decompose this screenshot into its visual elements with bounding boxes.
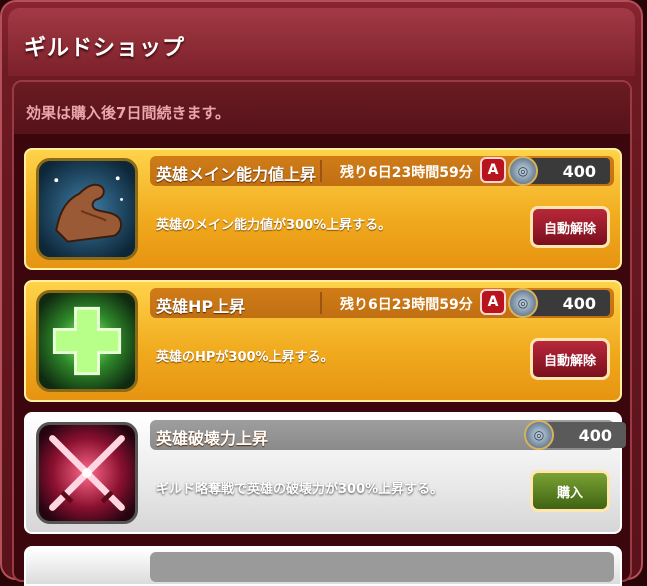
item-name-bar: 英雄破壊力上昇 ◎ 400: [150, 420, 626, 450]
item-name-bar: 英雄メイン能力値上昇 残り6日23時間59分 A ◎ 400: [150, 156, 614, 186]
price: 400: [562, 294, 596, 313]
guild-coin-icon: ◎: [508, 156, 538, 186]
item-name-bar: 英雄HP上昇 残り6日23時間59分 A ◎ 400: [150, 288, 614, 318]
price-box: ◎ 400: [508, 288, 610, 318]
item-name-bar: [150, 552, 614, 582]
auto-renew-icon: A: [480, 289, 506, 315]
shop-item-hp: 英雄HP上昇 残り6日23時間59分 A ◎ 400 英雄のHPが300%上昇す…: [24, 280, 622, 402]
shop-item-main-stat: 英雄メイン能力値上昇 残り6日23時間59分 A ◎ 400 英雄のメイン能力値…: [24, 148, 622, 270]
notice-bar: 効果は購入後7日間続きます。: [14, 82, 630, 134]
item-description: 英雄のメイン能力値が300%上昇する。: [156, 218, 392, 233]
shop-item-partial: [24, 546, 622, 586]
crossed-swords-icon: [36, 422, 138, 524]
remaining-time: 残り6日23時間59分: [340, 297, 473, 313]
item-name: 英雄破壊力上昇: [156, 429, 269, 448]
page-title: ギルドショップ: [24, 36, 186, 61]
guild-coin-icon: ◎: [524, 420, 554, 450]
divider: [320, 160, 322, 182]
green-cross-icon: [36, 290, 138, 392]
price-box: ◎ 400: [508, 156, 610, 186]
price: 400: [578, 426, 612, 445]
item-description: 英雄のHPが300%上昇する。: [156, 350, 334, 365]
item-name: 英雄HP上昇: [156, 297, 246, 316]
auto-renew-icon: A: [480, 157, 506, 183]
item-name: 英雄メイン能力値上昇: [156, 165, 317, 184]
price: 400: [562, 162, 596, 181]
item-description: ギルド略奪戦で英雄の破壊力が300%上昇する。: [156, 482, 444, 497]
divider: [320, 292, 322, 314]
auto-cancel-button[interactable]: 自動解除: [530, 338, 610, 380]
effect-duration-notice: 効果は購入後7日間続きます。: [26, 104, 230, 122]
guild-shop-window: ギルドショップ 効果は購入後7日間続きます。 英雄メイン能力値上昇 残り6日23…: [0, 0, 643, 586]
remaining-time: 残り6日23時間59分: [340, 165, 473, 181]
auto-cancel-button[interactable]: 自動解除: [530, 206, 610, 248]
price-box: ◎ 400: [524, 420, 626, 450]
guild-coin-icon: ◎: [508, 288, 538, 318]
shop-item-destruction: 英雄破壊力上昇 ◎ 400 ギルド略奪戦で英雄の破壊力が300%上昇する。 購入: [24, 412, 626, 534]
buy-button[interactable]: 購入: [530, 470, 610, 512]
muscle-arm-icon: [36, 158, 138, 260]
